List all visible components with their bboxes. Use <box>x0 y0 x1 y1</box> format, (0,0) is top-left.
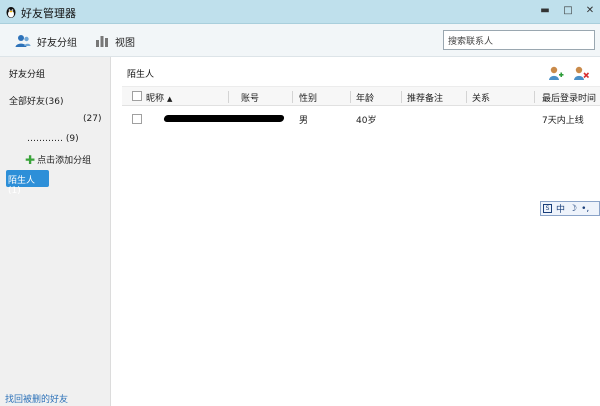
sidebar-item-all-friends[interactable]: 全部好友(36) <box>9 94 63 107</box>
sidebar-item-strangers[interactable]: 陌生人(1) <box>6 170 49 196</box>
main-panel: 陌生人 昵称 ▲ 账号 性别 年龄 推荐备注 关系 最后登录时间 男 40岁 7天… <box>111 57 600 406</box>
column-divider[interactable] <box>534 91 535 103</box>
column-gender[interactable]: 性别 <box>299 91 317 104</box>
column-divider[interactable] <box>401 91 402 103</box>
sidebar-item-group-2[interactable]: ………… (9) <box>27 134 79 144</box>
column-note[interactable]: 推荐备注 <box>407 91 443 104</box>
table-row[interactable]: 男 40岁 7天内上线 <box>122 108 600 130</box>
column-nickname-label: 昵称 <box>146 94 165 104</box>
close-button[interactable]: ✕ <box>582 4 598 18</box>
column-nickname[interactable]: 昵称 ▲ <box>146 91 172 104</box>
title-bar: 好友管理器 ▬ □ ✕ <box>0 0 600 24</box>
add-group-button[interactable]: ✚ 点击添加分组 <box>25 152 92 167</box>
column-age[interactable]: 年龄 <box>356 91 374 104</box>
row-gender: 男 <box>299 116 309 126</box>
punctuation-icon[interactable]: •, <box>581 204 589 214</box>
row-checkbox[interactable] <box>132 114 142 124</box>
sort-asc-icon: ▲ <box>167 95 173 103</box>
column-divider[interactable] <box>350 91 351 103</box>
select-all-checkbox[interactable] <box>132 91 142 101</box>
redacted-nickname <box>163 115 285 122</box>
sidebar-heading: 好友分组 <box>9 70 46 80</box>
friend-group-button[interactable]: 好友分组 <box>15 32 77 50</box>
recover-deleted-friends-link[interactable]: 找回被删的好友 <box>5 392 68 405</box>
row-last-login: 7天内上线 <box>542 116 584 126</box>
window-title: 好友管理器 <box>21 7 76 20</box>
friend-group-label: 好友分组 <box>37 37 77 49</box>
column-last-login[interactable]: 最后登录时间 <box>542 91 596 104</box>
penguin-app-icon <box>6 7 16 18</box>
add-group-label: 点击添加分组 <box>37 156 92 166</box>
moon-icon[interactable]: ☽ <box>569 204 577 214</box>
sidebar-item-group-1[interactable]: (27) <box>83 114 101 124</box>
ime-toolbar[interactable]: S 中 ☽ •, <box>540 201 600 216</box>
bar-chart-icon <box>96 36 108 47</box>
ime-mode[interactable]: 中 <box>556 202 565 215</box>
row-age: 40岁 <box>356 116 377 126</box>
column-divider[interactable] <box>292 91 293 103</box>
maximize-button[interactable]: □ <box>560 4 576 18</box>
sidebar: 好友分组 全部好友(36) (27) ………… (9) ✚ 点击添加分组 陌生人… <box>0 57 111 406</box>
search-input[interactable]: 搜索联系人 <box>443 30 595 50</box>
toolbar: 好友分组 视图 搜索联系人 <box>0 24 600 57</box>
table-header: 昵称 ▲ 账号 性别 年龄 推荐备注 关系 最后登录时间 <box>122 86 600 106</box>
minimize-button[interactable]: ▬ <box>537 4 553 18</box>
column-account[interactable]: 账号 <box>241 91 259 104</box>
column-relation[interactable]: 关系 <box>472 91 490 104</box>
users-icon <box>15 35 31 47</box>
view-label: 视图 <box>115 37 135 49</box>
add-friend-icon[interactable] <box>548 65 564 81</box>
column-divider[interactable] <box>466 91 467 103</box>
page-title: 陌生人 <box>127 70 155 80</box>
view-button[interactable]: 视图 <box>95 32 135 50</box>
delete-friend-icon[interactable] <box>573 65 589 81</box>
column-divider[interactable] <box>228 91 229 103</box>
ime-logo-icon: S <box>543 204 552 213</box>
plus-icon: ✚ <box>25 152 36 167</box>
